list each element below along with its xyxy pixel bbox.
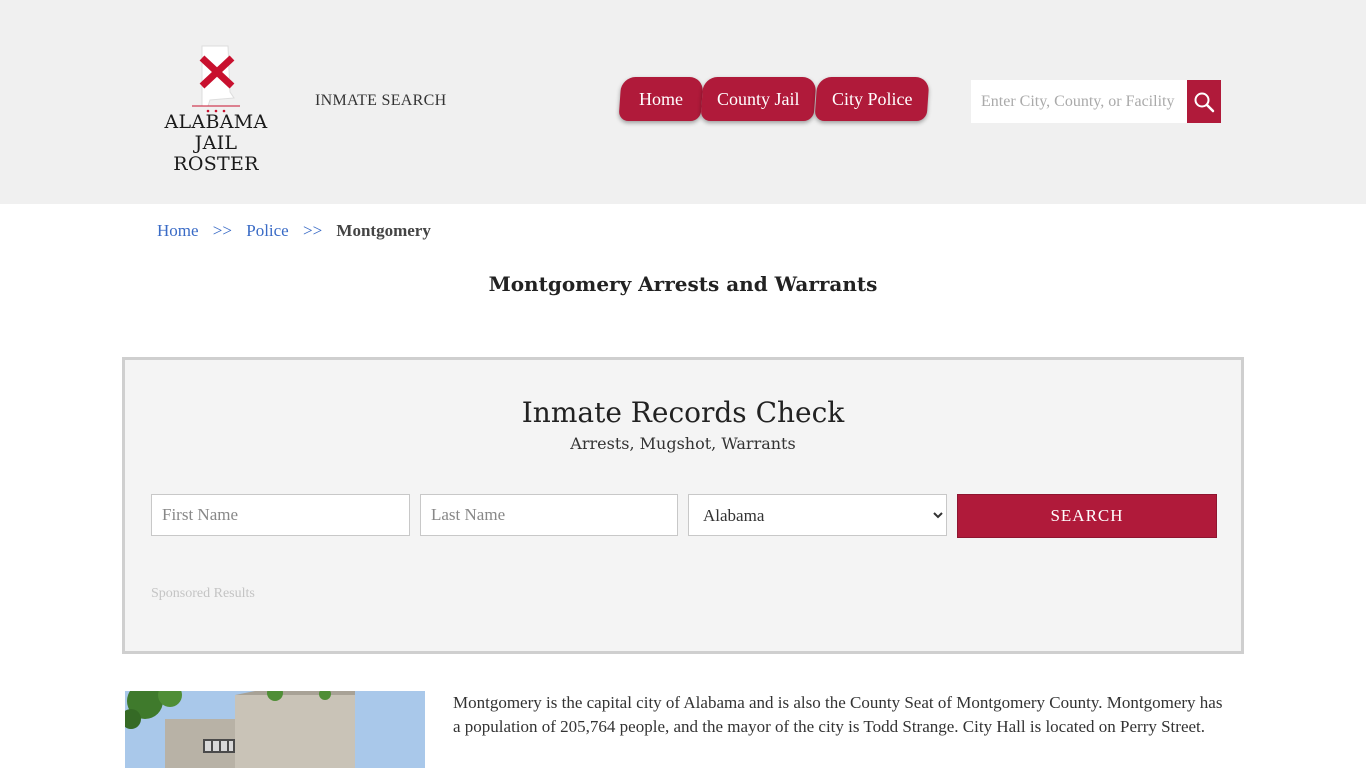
breadcrumb-current: Montgomery xyxy=(336,221,431,240)
logo-wordmark: ALABAMA JAIL ROSTER xyxy=(150,112,282,175)
breadcrumb-police[interactable]: Police xyxy=(246,221,289,240)
first-name-input[interactable] xyxy=(151,494,410,536)
records-subtitle: Arrests, Mugshot, Warrants xyxy=(570,434,796,453)
last-name-input[interactable] xyxy=(420,494,678,536)
nav-tab-county-jail[interactable]: County Jail xyxy=(700,77,817,121)
inmate-search-link[interactable]: INMATE SEARCH xyxy=(315,92,446,110)
state-select[interactable]: Alabama xyxy=(688,494,947,536)
montgomery-jail-photo xyxy=(125,691,425,768)
facility-search-input[interactable] xyxy=(971,80,1187,123)
search-button[interactable] xyxy=(1187,80,1221,123)
page-title: Montgomery Arrests and Warrants xyxy=(488,272,878,296)
nav-tab-label: City Police xyxy=(831,88,913,109)
records-search-button[interactable]: SEARCH xyxy=(957,494,1217,538)
magnifier-icon xyxy=(1194,92,1215,112)
logo-line-1: ALABAMA xyxy=(164,111,268,133)
nav-tab-label: County Jail xyxy=(717,88,800,109)
breadcrumb-separator: >> xyxy=(212,221,232,240)
breadcrumb-separator: >> xyxy=(302,221,323,240)
alabama-flag-map-icon xyxy=(192,45,240,113)
sponsored-results-label: Sponsored Results xyxy=(151,586,255,601)
nav-tab-label: Home xyxy=(639,88,683,109)
city-description: Montgomery is the capital city of Alabam… xyxy=(453,693,1223,736)
header-search xyxy=(971,80,1221,123)
nav-tab-city-police[interactable]: City Police xyxy=(814,77,930,121)
logo-line-2: JAIL ROSTER xyxy=(173,132,259,175)
nav-tab-home[interactable]: Home xyxy=(618,77,704,121)
breadcrumb: Home >> Police >> Montgomery xyxy=(157,221,431,241)
site-logo[interactable]: ALABAMA JAIL ROSTER xyxy=(150,44,282,175)
breadcrumb-home[interactable]: Home xyxy=(157,221,199,240)
records-title: Inmate Records Check xyxy=(521,396,845,429)
inmate-records-panel: Inmate Records Check Arrests, Mugshot, W… xyxy=(122,357,1244,654)
site-header: ALABAMA JAIL ROSTER INMATE SEARCH Home C… xyxy=(0,0,1366,204)
building-image xyxy=(125,691,425,768)
